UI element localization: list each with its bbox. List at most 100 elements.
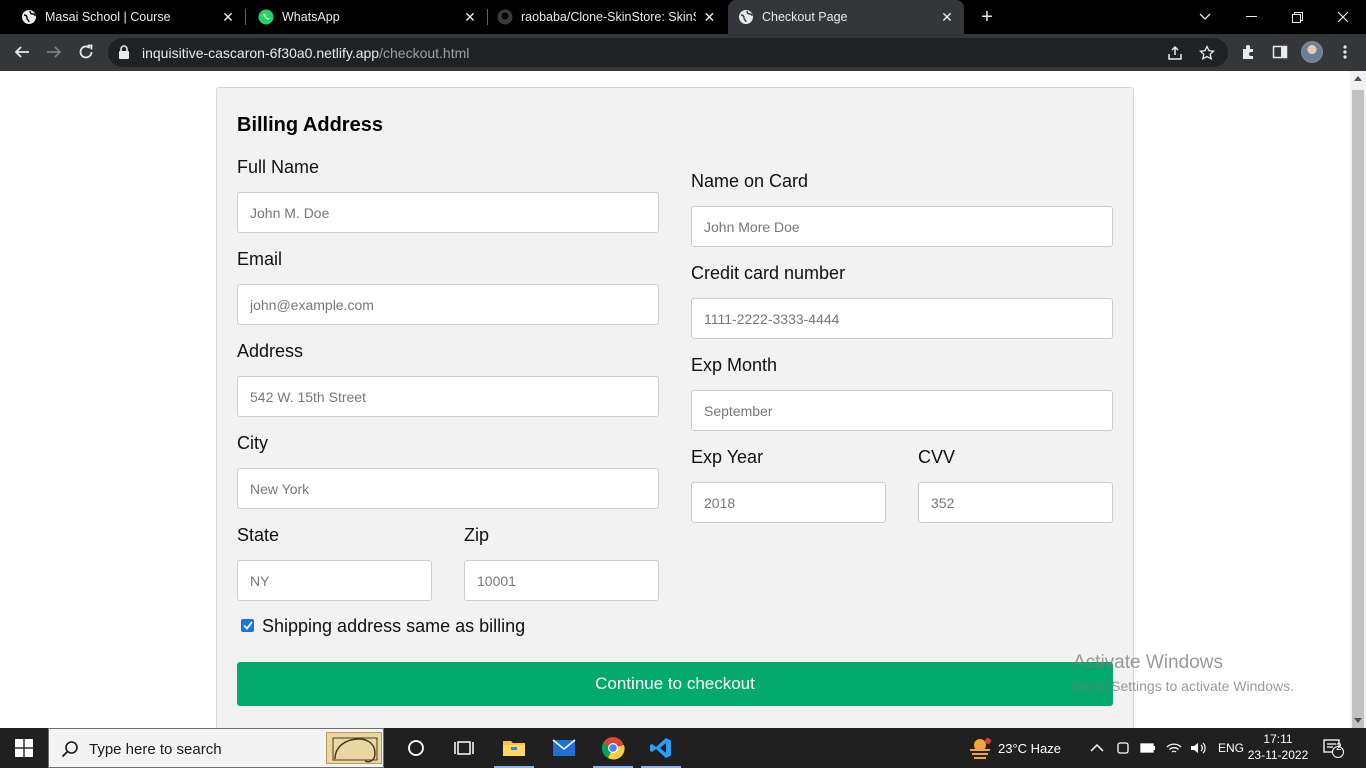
email-input[interactable] <box>237 284 659 325</box>
weather-widget[interactable]: 23°C Haze <box>968 728 1061 768</box>
exp-month-label: Exp Month <box>691 355 778 375</box>
whatsapp-icon <box>258 9 274 25</box>
bookmark-star-icon[interactable] <box>1198 44 1216 61</box>
activate-windows-watermark: Activate Windows Go to Settings to activ… <box>1073 652 1294 694</box>
minimize-icon <box>1245 16 1257 17</box>
volume-icon <box>1191 742 1206 754</box>
zip-label: Zip <box>464 525 490 545</box>
mail-app[interactable] <box>540 728 588 768</box>
cvv-input[interactable] <box>918 482 1113 523</box>
restore-button[interactable] <box>1274 0 1320 34</box>
chrome-icon <box>601 737 625 760</box>
chevron-down-icon <box>1199 13 1211 20</box>
close-icon[interactable]: ✕ <box>702 9 717 25</box>
profile-avatar[interactable] <box>1301 41 1323 63</box>
search-placeholder: Type here to search <box>89 741 222 758</box>
city-label: City <box>237 433 268 453</box>
exp-year-label: Exp Year <box>691 447 764 467</box>
task-view-button[interactable] <box>392 728 440 768</box>
notifications-button[interactable]: 2 <box>1322 728 1344 768</box>
state-label: State <box>237 525 280 545</box>
reload-button[interactable] <box>74 40 98 64</box>
page-scrollbar[interactable] <box>1350 71 1366 765</box>
exp-year-input[interactable] <box>691 482 886 523</box>
tab-search-button[interactable] <box>1182 0 1228 34</box>
page-viewport: Billing Address Full Name Email Address … <box>0 71 1350 728</box>
chrome-app[interactable] <box>589 728 637 768</box>
search-highlight-image[interactable] <box>326 732 382 764</box>
url-host: inquisitive-cascaron-6f30a0.netlify.app <box>142 45 380 61</box>
reload-icon <box>79 44 93 59</box>
wifi-icon <box>1166 743 1182 753</box>
address-bar[interactable]: inquisitive-cascaron-6f30a0.netlify.app/… <box>108 38 1228 67</box>
vscode-app[interactable] <box>637 728 685 768</box>
more-menu-icon[interactable] <box>1336 43 1354 61</box>
tab-title: raobaba/Clone-SkinStore: SkinSt <box>521 10 696 24</box>
forward-button[interactable] <box>42 40 66 64</box>
arrow-right-icon <box>47 46 62 58</box>
minimize-button[interactable] <box>1228 0 1274 34</box>
full-name-input[interactable] <box>237 192 659 233</box>
cvv-label: CVV <box>918 447 956 467</box>
card-number-label: Credit card number <box>691 263 846 283</box>
exp-month-input[interactable] <box>691 390 1113 431</box>
watermark-subtitle: Go to Settings to activate Windows. <box>1073 678 1294 694</box>
task-view-icon <box>454 741 474 755</box>
close-icon[interactable]: ✕ <box>939 9 955 25</box>
side-panel-icon[interactable] <box>1271 43 1289 61</box>
scroll-up-arrow[interactable] <box>1354 76 1362 81</box>
notification-count: 2 <box>1336 742 1342 753</box>
checkout-form-card: Billing Address Full Name Email Address … <box>216 87 1134 728</box>
close-window-button[interactable] <box>1320 0 1366 34</box>
tray-system-icons[interactable]: ENG <box>1116 728 1244 768</box>
url-path: /checkout.html <box>379 45 470 61</box>
tab-github[interactable]: raobaba/Clone-SkinStore: SkinSt ✕ <box>476 0 726 34</box>
back-button[interactable] <box>10 40 34 64</box>
search-icon <box>61 740 79 763</box>
lock-icon[interactable] <box>118 45 130 64</box>
same-address-label[interactable]: Shipping address same as billing <box>262 616 525 637</box>
file-explorer-app[interactable] <box>490 728 538 768</box>
address-input[interactable] <box>237 376 659 417</box>
cortana-circle-icon <box>408 740 424 756</box>
task-view-button-2[interactable] <box>440 728 488 768</box>
tab-masai-school[interactable]: Masai School | Course ✕ <box>0 0 245 34</box>
watermark-title: Activate Windows <box>1073 652 1223 673</box>
city-input[interactable] <box>237 468 659 509</box>
scrollbar-thumb[interactable] <box>1352 90 1364 765</box>
chevron-up-icon <box>1090 743 1104 752</box>
show-hidden-icons-button[interactable] <box>1090 728 1104 768</box>
continue-to-checkout-button[interactable]: Continue to checkout <box>237 662 1113 706</box>
start-button[interactable] <box>0 728 48 768</box>
same-address-checkbox[interactable] <box>241 619 254 632</box>
scroll-down-arrow[interactable] <box>1354 718 1362 723</box>
checkmark-icon <box>242 621 253 630</box>
mail-icon <box>552 739 576 756</box>
system-clock[interactable]: 17:11 23-11-2022 <box>1240 731 1316 763</box>
clock-date: 23-11-2022 <box>1247 748 1309 762</box>
tab-title: WhatsApp <box>282 10 340 24</box>
browser-toolbar: inquisitive-cascaron-6f30a0.netlify.app/… <box>0 34 1366 71</box>
share-icon[interactable] <box>1167 45 1183 61</box>
extensions-icon[interactable] <box>1239 43 1257 61</box>
zip-input[interactable] <box>464 560 659 601</box>
card-number-input[interactable] <box>691 298 1113 339</box>
url-text: inquisitive-cascaron-6f30a0.netlify.app/… <box>142 45 469 61</box>
battery-icon <box>1140 743 1155 753</box>
weather-haze-icon <box>970 738 991 759</box>
clock-time: 17:11 <box>1263 732 1293 746</box>
close-icon[interactable]: ✕ <box>220 9 236 25</box>
tab-whatsapp[interactable]: WhatsApp ✕ <box>237 0 487 34</box>
browser-tab-strip: Masai School | Course ✕ WhatsApp ✕ raoba… <box>0 0 1366 34</box>
new-tab-button[interactable]: + <box>977 7 997 27</box>
close-icon <box>1337 11 1349 23</box>
tab-checkout-page[interactable]: Checkout Page ✕ <box>728 0 964 34</box>
email-label: Email <box>237 249 283 269</box>
taskbar-search-box[interactable]: Type here to search <box>48 728 384 768</box>
name-on-card-input[interactable] <box>691 206 1113 247</box>
billing-address-heading: Billing Address <box>237 114 383 136</box>
arrow-left-icon <box>14 46 29 58</box>
github-icon <box>497 9 513 25</box>
state-input[interactable] <box>237 560 432 601</box>
globe-icon <box>738 9 754 25</box>
